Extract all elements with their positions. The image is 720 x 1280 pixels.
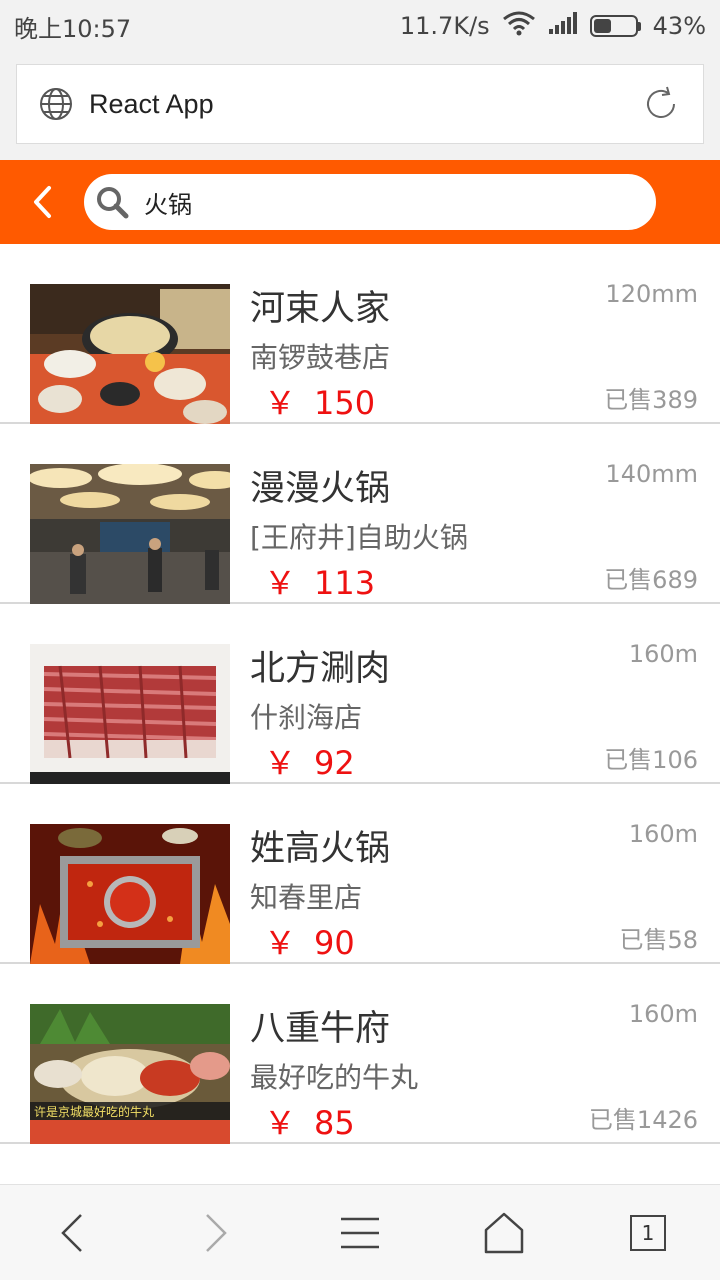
tab-count: 1	[630, 1214, 666, 1251]
results-list: 河束人家 南锣鼓巷店 ￥ 150 120mm 已售389 漫漫火锅 [王府井]自…	[0, 244, 720, 1184]
sold-count: 已售58	[619, 926, 698, 954]
shop-name: 漫漫火锅	[250, 469, 391, 509]
battery-icon	[589, 15, 641, 37]
wifi-icon	[502, 10, 536, 42]
chevron-left-icon	[34, 186, 51, 218]
signal-icon	[548, 11, 578, 41]
shop-name: 北方涮肉	[250, 649, 391, 689]
hotpot-image	[30, 824, 230, 964]
network-speed: 11.7K/s	[399, 12, 490, 40]
home-icon	[484, 1212, 524, 1253]
shop-branch: 什刹海店	[250, 701, 363, 734]
sold-count: 已售389	[604, 386, 698, 414]
list-item[interactable]: 河束人家 南锣鼓巷店 ￥ 150 120mm 已售389	[0, 244, 720, 424]
status-right: 11.7K/s 43%	[400, 10, 706, 42]
distance: 120mm	[605, 280, 698, 308]
meat-image	[30, 644, 230, 784]
address-bar[interactable]: React App	[16, 64, 704, 144]
status-bar: 晚上10:57 11.7K/s 43%	[0, 0, 720, 52]
tabs-button[interactable]: 1	[608, 1193, 688, 1273]
distance: 160m	[628, 1000, 698, 1028]
shop-branch: 南锣鼓巷店	[250, 341, 391, 374]
back-button[interactable]	[0, 160, 84, 244]
search-box[interactable]	[84, 174, 656, 230]
shop-name: 八重牛府	[250, 1009, 391, 1049]
food-image	[30, 284, 230, 424]
browser-bottom-nav: 1	[0, 1184, 720, 1280]
price: ￥ 85	[264, 1104, 355, 1142]
restaurant-image	[30, 464, 230, 604]
distance: 140mm	[605, 460, 698, 488]
chevron-left-icon	[61, 1213, 82, 1252]
list-item-partial[interactable]: —	[0, 1144, 720, 1184]
sold-count: 已售689	[604, 566, 698, 594]
sold-count: 已售106	[604, 746, 698, 774]
list-item[interactable]: 许是京城最好吃的牛丸 八重牛府 最好吃的牛丸 ￥ 85 160m 已售1426	[0, 964, 720, 1144]
distance: 160m	[628, 820, 698, 848]
battery-percent: 43%	[652, 12, 706, 40]
home-button[interactable]	[464, 1193, 544, 1273]
page-title: React App	[89, 88, 214, 119]
beef-hotpot-image: 许是京城最好吃的牛丸	[30, 1004, 230, 1144]
distance: 160m	[628, 640, 698, 668]
status-time: 晚上10:57	[14, 14, 132, 43]
globe-icon	[39, 87, 73, 121]
shop-name: 姓高火锅	[250, 829, 391, 869]
nav-back-button[interactable]	[32, 1193, 112, 1273]
reload-icon[interactable]	[641, 84, 681, 124]
nav-forward-button[interactable]	[176, 1193, 256, 1273]
shop-branch: 最好吃的牛丸	[250, 1061, 419, 1094]
price: ￥ 90	[264, 924, 355, 962]
chevron-right-icon	[206, 1213, 227, 1252]
search-input[interactable]	[144, 188, 656, 216]
browser-toolbar: React App	[0, 52, 720, 160]
app-header	[0, 160, 720, 244]
search-icon	[94, 184, 130, 220]
list-item[interactable]: 北方涮肉 什刹海店 ￥ 92 160m 已售106	[0, 604, 720, 784]
shop-branch: 知春里店	[250, 881, 363, 914]
shop-branch: [王府井]自助火锅	[250, 521, 468, 554]
sold-count: 已售1426	[588, 1106, 698, 1134]
list-item[interactable]: 姓高火锅 知春里店 ￥ 90 160m 已售58	[0, 784, 720, 964]
menu-button[interactable]	[320, 1193, 400, 1273]
image-caption: 许是京城最好吃的牛丸	[34, 1104, 154, 1119]
price: ￥ 113	[264, 564, 376, 602]
list-item[interactable]: 漫漫火锅 [王府井]自助火锅 ￥ 113 140mm 已售689	[0, 424, 720, 604]
price: ￥ 150	[264, 384, 376, 422]
price: ￥ 92	[264, 744, 355, 782]
shop-name: 河束人家	[250, 289, 391, 329]
menu-icon	[341, 1217, 379, 1248]
